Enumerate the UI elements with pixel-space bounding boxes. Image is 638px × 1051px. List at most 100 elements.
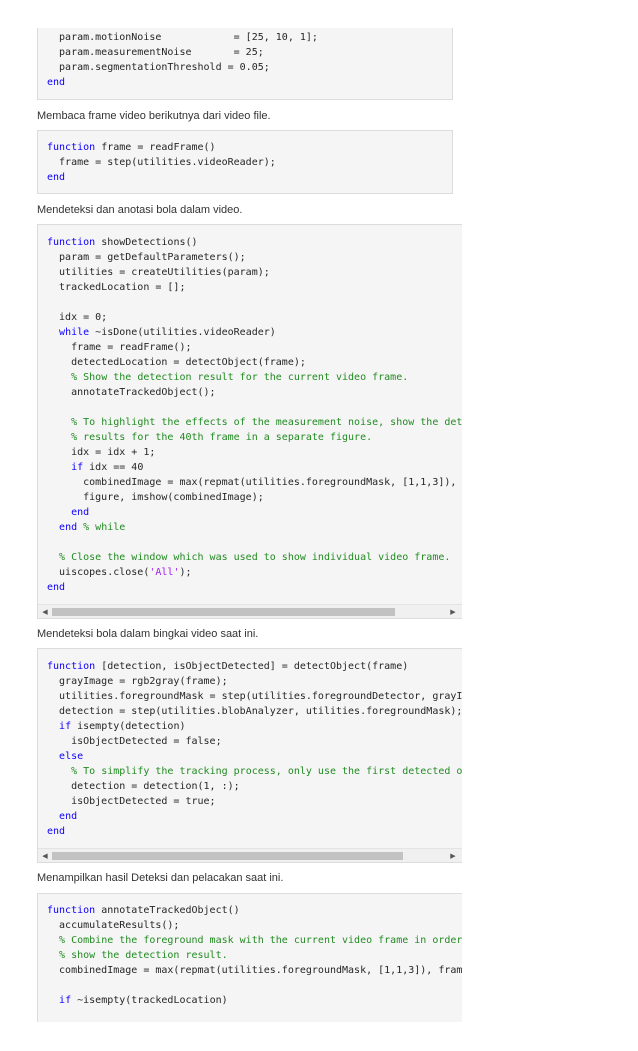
code-keyword: while bbox=[59, 327, 90, 338]
code-text: ); bbox=[179, 567, 192, 578]
code-text: showDetections() bbox=[95, 237, 198, 248]
code-block-show-detections: function showDetections() param = getDef… bbox=[37, 224, 462, 619]
code-line: param.measurementNoise = 25; bbox=[47, 45, 452, 60]
code-keyword: end bbox=[47, 582, 66, 593]
code-line: if idx == 40 bbox=[47, 460, 462, 475]
code-text: detection = step(utilities.blobAnalyzer,… bbox=[47, 706, 462, 717]
code-comment: % while bbox=[83, 522, 126, 533]
code-keyword: end bbox=[47, 826, 66, 837]
code-line: combinedImage = max(repmat(utilities.for… bbox=[47, 963, 462, 978]
code-line: function [detection, isObjectDetected] =… bbox=[47, 659, 462, 674]
code-keyword: function bbox=[47, 661, 96, 672]
code-text: param = getDefaultParameters(); bbox=[47, 252, 246, 263]
code-text: param.segmentationThreshold = 0.05; bbox=[47, 62, 270, 73]
code-keyword: if bbox=[71, 462, 84, 473]
code-comment: % results for the 40th frame in a separa… bbox=[71, 432, 373, 443]
code-line: end bbox=[47, 809, 462, 824]
code-comment: % Close the window which was used to sho… bbox=[59, 552, 451, 563]
code-text: frame = step(utilities.videoReader); bbox=[47, 157, 276, 168]
code-keyword: function bbox=[47, 237, 96, 248]
code-line: end bbox=[47, 824, 462, 839]
code-text: accumulateResults(); bbox=[47, 920, 180, 931]
code-comment: % show the detection result. bbox=[59, 950, 228, 961]
code-text: ~isempty(trackedLocation) bbox=[71, 995, 228, 1006]
code-block-read-frame: function frame = readFrame() frame = ste… bbox=[37, 130, 453, 194]
code-keyword: if bbox=[59, 995, 72, 1006]
horizontal-scrollbar[interactable]: ◀ ▶ bbox=[38, 848, 462, 862]
code-line: end % while bbox=[47, 520, 462, 535]
code-text: isempty(detection) bbox=[71, 721, 186, 732]
scrollbar-thumb[interactable] bbox=[52, 852, 403, 860]
code-text: grayImage = rgb2gray(frame); bbox=[47, 676, 228, 687]
code-line: % To simplify the tracking process, only… bbox=[47, 764, 462, 779]
code-line: trackedLocation = []; bbox=[47, 280, 462, 295]
scroll-right-arrow-icon[interactable]: ▶ bbox=[447, 849, 459, 862]
code-block-parameters: param.motionNoise = [25, 10, 1]; param.m… bbox=[37, 28, 453, 100]
code-text: uiscopes.close( bbox=[47, 567, 150, 578]
code-text: combinedImage = max(repmat(utilities.for… bbox=[47, 965, 462, 976]
code-line: % Combine the foreground mask with the c… bbox=[47, 933, 462, 948]
scroll-right-arrow-icon[interactable]: ▶ bbox=[447, 605, 459, 618]
code-text: idx = 0; bbox=[47, 312, 108, 323]
code-line: detection = step(utilities.blobAnalyzer,… bbox=[47, 704, 462, 719]
scroll-left-arrow-icon[interactable]: ◀ bbox=[39, 605, 51, 618]
code-line: % To highlight the effects of the measur… bbox=[47, 415, 462, 430]
description-detect-object: Mendeteksi bola dalam bingkai video saat… bbox=[37, 628, 259, 640]
code-text: idx = idx + 1; bbox=[47, 447, 156, 458]
code-line: figure, imshow(combinedImage); bbox=[47, 490, 462, 505]
code-text: isObjectDetected = true; bbox=[47, 796, 216, 807]
description-read-frame: Membaca frame video berikutnya dari vide… bbox=[37, 110, 271, 122]
code-line: end bbox=[47, 75, 452, 90]
code-line: isObjectDetected = false; bbox=[47, 734, 462, 749]
code-line: accumulateResults(); bbox=[47, 918, 462, 933]
code-line: idx = 0; bbox=[47, 310, 462, 325]
scroll-left-arrow-icon[interactable]: ◀ bbox=[39, 849, 51, 862]
code-line: isObjectDetected = true; bbox=[47, 794, 462, 809]
code-line: param.motionNoise = [25, 10, 1]; bbox=[47, 30, 452, 45]
code-line: grayImage = rgb2gray(frame); bbox=[47, 674, 462, 689]
code-keyword: function bbox=[47, 905, 96, 916]
code-line: detectedLocation = detectObject(frame); bbox=[47, 355, 462, 370]
code-listing: function [detection, isObjectDetected] =… bbox=[38, 649, 462, 839]
code-text: figure, imshow(combinedImage); bbox=[47, 492, 264, 503]
code-text: trackedLocation = []; bbox=[47, 282, 186, 293]
code-line: % Close the window which was used to sho… bbox=[47, 550, 462, 565]
code-comment: % Show the detection result for the curr… bbox=[71, 372, 409, 383]
code-keyword: if bbox=[59, 721, 72, 732]
code-text: [detection, isObjectDetected] = detectOb… bbox=[95, 661, 409, 672]
code-line: if ~isempty(trackedLocation) bbox=[47, 993, 462, 1008]
scrollbar-thumb[interactable] bbox=[52, 608, 395, 616]
code-line: param.segmentationThreshold = 0.05; bbox=[47, 60, 452, 75]
code-line: function showDetections() bbox=[47, 235, 462, 250]
code-line: frame = step(utilities.videoReader); bbox=[47, 155, 452, 170]
code-line: utilities.foregroundMask = step(utilitie… bbox=[47, 689, 462, 704]
code-keyword: end bbox=[47, 172, 66, 183]
code-listing: function annotateTrackedObject() accumul… bbox=[38, 894, 462, 1008]
code-line: frame = readFrame(); bbox=[47, 340, 462, 355]
code-line: % Show the detection result for the curr… bbox=[47, 370, 462, 385]
code-comment: % To simplify the tracking process, only… bbox=[71, 766, 462, 777]
code-text: idx == 40 bbox=[83, 462, 144, 473]
code-text: detectedLocation = detectObject(frame); bbox=[47, 357, 306, 368]
code-line: function annotateTrackedObject() bbox=[47, 903, 462, 918]
code-listing: param.motionNoise = [25, 10, 1]; param.m… bbox=[38, 28, 452, 90]
horizontal-scrollbar[interactable]: ◀ ▶ bbox=[38, 604, 462, 618]
code-line: annotateTrackedObject(); bbox=[47, 385, 462, 400]
code-line: idx = idx + 1; bbox=[47, 445, 462, 460]
code-line: detection = detection(1, :); bbox=[47, 779, 462, 794]
code-keyword: end bbox=[59, 522, 78, 533]
